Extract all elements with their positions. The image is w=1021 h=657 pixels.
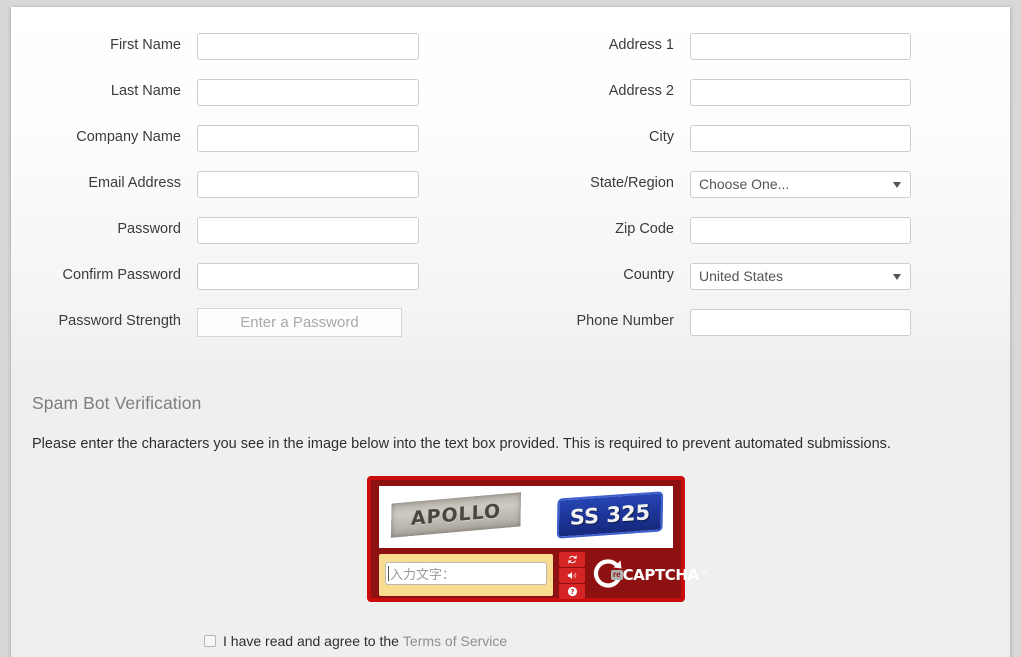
captcha-input[interactable]: 入力文字： [385,562,547,585]
select-country[interactable]: United States [690,262,911,290]
captcha-word-image-one: APOLLO [390,492,522,538]
label-city: City [649,129,674,146]
field-state-region: State/Region Choose One... [511,161,1010,207]
password-strength-indicator: Enter a Password [197,307,402,337]
form-left-column: First Name Last Name Company Name Email … [11,23,511,345]
label-address-1: Address 1 [608,37,674,54]
input-password[interactable] [197,216,419,244]
terms-text: I have read and agree to the [223,633,399,649]
field-email-address: Email Address [11,161,511,207]
recaptcha-logo-prefix: re [611,569,623,580]
spam-bot-verification-section: Spam Bot Verification Please enter the c… [11,393,1010,452]
input-address-1[interactable] [690,32,911,60]
refresh-icon[interactable] [559,552,585,567]
captcha-challenge-images: APOLLO SS 325 [379,486,673,548]
label-state-region: State/Region [590,175,674,192]
label-zip-code: Zip Code [615,221,674,238]
field-country: Country United States [511,253,1010,299]
help-icon[interactable]: ? [559,584,585,599]
input-phone-number[interactable] [690,308,911,336]
label-confirm-password: Confirm Password [62,267,181,284]
input-last-name[interactable] [197,78,419,106]
field-address-1: Address 1 [511,23,1010,69]
label-phone-number: Phone Number [576,313,674,330]
terms-of-service-link[interactable]: Terms of Service [403,633,507,649]
terms-checkbox[interactable] [204,635,216,647]
registration-form-card: First Name Last Name Company Name Email … [11,7,1010,657]
select-country-value: United States [699,268,784,284]
label-company-name: Company Name [76,129,181,146]
field-city: City [511,115,1010,161]
input-city[interactable] [690,124,911,152]
recaptcha-logo: re CAPTCHA ™ [591,556,707,593]
audio-icon[interactable] [559,568,585,583]
label-email-address: Email Address [88,175,181,192]
verification-description: Please enter the characters you see in t… [32,436,891,452]
input-confirm-password[interactable] [197,262,419,290]
chevron-down-icon [893,182,901,188]
svg-text:?: ? [570,588,574,596]
field-password: Password [11,207,511,253]
captcha-controls: ? [559,552,585,600]
field-company-name: Company Name [11,115,511,161]
select-state-region-value: Choose One... [699,176,790,192]
label-password-strength: Password Strength [58,313,181,330]
captcha-word-image-two: SS 325 [556,491,664,539]
terms-agreement-row: I have read and agree to the Terms of Se… [204,633,507,649]
field-confirm-password: Confirm Password [11,253,511,299]
input-company-name[interactable] [197,124,419,152]
input-zip-code[interactable] [690,216,911,244]
chevron-down-icon [893,274,901,280]
field-last-name: Last Name [11,69,511,115]
label-address-2: Address 2 [608,83,674,100]
label-password: Password [117,221,181,238]
field-address-2: Address 2 [511,69,1010,115]
recaptcha-logo-trademark: ™ [699,571,707,578]
input-email-address[interactable] [197,170,419,198]
text-cursor [388,566,389,581]
select-state-region[interactable]: Choose One... [690,170,911,198]
input-address-2[interactable] [690,78,911,106]
field-first-name: First Name [11,23,511,69]
form-right-column: Address 1 Address 2 City State/Region Ch… [511,23,1010,345]
verification-title: Spam Bot Verification [32,393,202,413]
field-password-strength: Password Strength Enter a Password [11,299,511,345]
field-phone-number: Phone Number [511,299,1010,345]
form-fields-area: First Name Last Name Company Name Email … [11,7,1010,373]
label-country: Country [623,267,674,284]
captcha-entry-panel: 入力文字： [379,554,553,596]
recaptcha-logo-word: CAPTCHA [622,565,700,584]
captcha-word-two-text: SS 325 [569,500,651,530]
recaptcha-widget: APOLLO SS 325 入力文字： ? re CAPTCHA ™ [367,476,707,602]
field-zip-code: Zip Code [511,207,1010,253]
label-last-name: Last Name [110,83,181,100]
page-root: First Name Last Name Company Name Email … [0,0,1021,657]
captcha-input-placeholder: 入力文字： [390,567,456,582]
captcha-word-one-text: APOLLO [410,499,502,531]
label-first-name: First Name [110,37,181,54]
input-first-name[interactable] [197,32,419,60]
